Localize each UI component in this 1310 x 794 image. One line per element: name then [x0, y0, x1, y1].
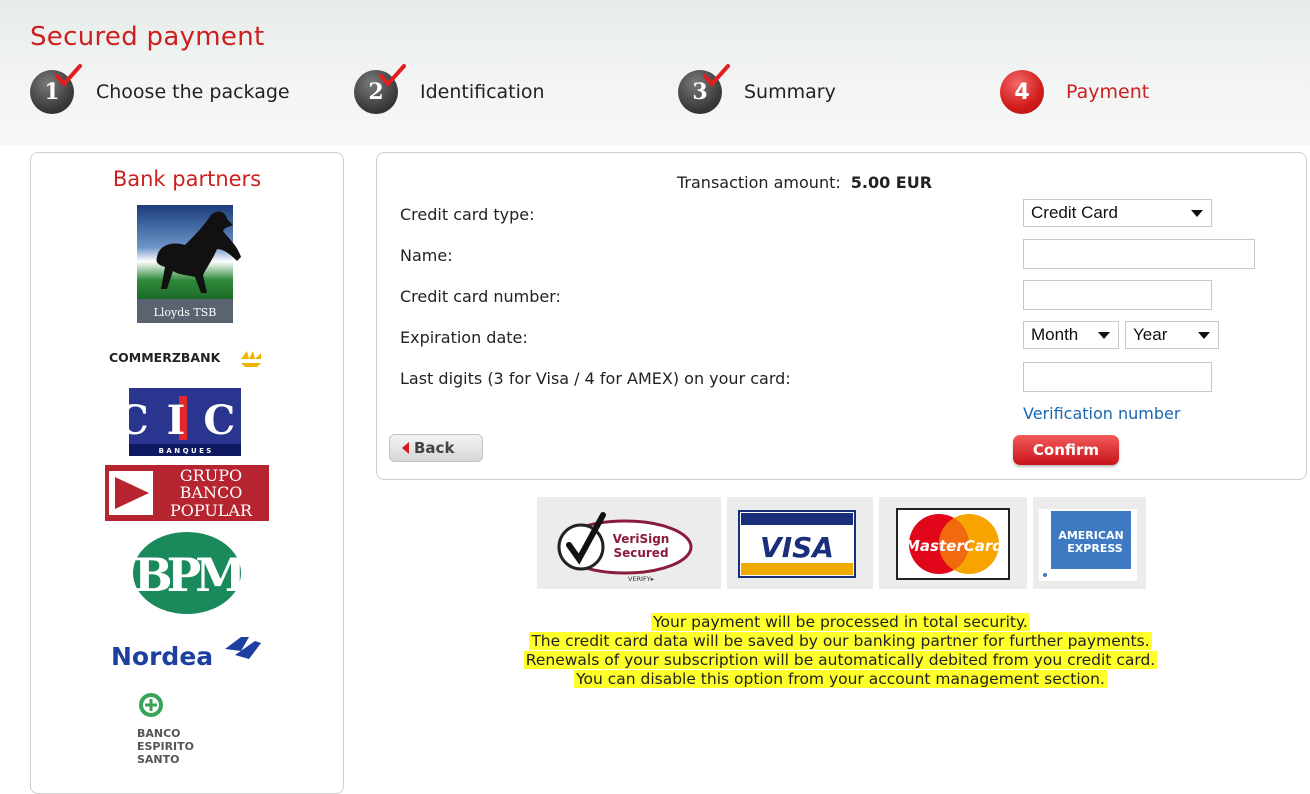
verisign-secured-logo: VeriSign Secured VERIFY▸ — [537, 497, 721, 589]
cvv-input[interactable] — [1023, 362, 1212, 392]
banco-popular-text-2: BANCO — [180, 483, 243, 502]
dropdown-arrow-icon — [1198, 332, 1210, 339]
notice-line: Your payment will be processed in total … — [651, 613, 1030, 631]
nordea-logo-text: Nordea — [111, 642, 213, 671]
transaction-amount: Transaction amount: 5.00 EUR — [677, 173, 932, 192]
lloyds-logo-text: Lloyds TSB — [154, 306, 217, 319]
security-notice: Your payment will be processed in total … — [376, 613, 1305, 689]
expiration-month-select[interactable]: Month — [1023, 321, 1119, 349]
back-arrow-icon — [402, 442, 409, 454]
bes-logo-text-3: SANTO — [137, 753, 180, 766]
step-label: Choose the package — [96, 81, 290, 103]
step-number-badge: 3 — [678, 64, 730, 114]
amex-logo-text-2: EXPRESS — [1067, 542, 1122, 555]
card-number-input[interactable] — [1023, 280, 1212, 310]
step-label: Payment — [1066, 81, 1150, 103]
card-type-value: Credit Card — [1031, 203, 1118, 222]
lloyds-tsb-logo: Lloyds TSB — [137, 205, 257, 323]
verification-number-link[interactable]: Verification number — [1023, 404, 1180, 423]
expiration-month-value: Month — [1031, 325, 1079, 344]
bank-partners-title: Bank partners — [112, 167, 262, 191]
page-title: Secured payment — [30, 22, 265, 52]
bpm-logo: BPM — [131, 531, 250, 615]
notice-line: The credit card data will be saved by ou… — [529, 632, 1152, 650]
payment-form: Transaction amount: 5.00 EUR Credit card … — [376, 152, 1307, 480]
confirm-button-label: Confirm — [1032, 441, 1100, 459]
step-label: Summary — [744, 81, 836, 103]
american-express-logo: AMERICAN EXPRESS — [1033, 497, 1146, 589]
step-choose-package: 1 Choose the package — [30, 64, 290, 114]
cic-logo-text: CIC — [129, 397, 241, 444]
step-label: Identification — [420, 81, 545, 103]
name-label: Name: — [400, 246, 453, 265]
banco-espirito-santo-logo: BANCO ESPIRITO SANTO — [137, 693, 217, 773]
mastercard-logo-text: MasterCard — [905, 537, 1003, 555]
notice-line: Renewals of your subscription will be au… — [523, 651, 1158, 669]
verisign-text-2: Secured — [613, 546, 668, 560]
back-button[interactable]: Back — [389, 434, 483, 462]
step-number: 4 — [1014, 79, 1030, 105]
commerzbank-logo-text: COMMERZBANK — [109, 350, 222, 365]
card-number-label: Credit card number: — [400, 287, 561, 306]
commerzbank-logo: COMMERZBANK — [109, 345, 269, 369]
page-header: Secured payment 1 Choose the package 2 I… — [0, 0, 1310, 145]
step-payment: 4 Payment — [1000, 70, 1149, 114]
bank-partners-panel: Bank partners Lloyds TSB COMMERZBANK CIC… — [30, 152, 344, 794]
expiration-year-value: Year — [1133, 325, 1168, 344]
visa-logo: VISA — [727, 497, 873, 589]
bes-logo-text-1: BANCO — [137, 727, 181, 740]
transaction-amount-label: Transaction amount: — [677, 173, 841, 192]
expiration-label: Expiration date: — [400, 328, 528, 347]
checkmark-icon — [703, 64, 730, 88]
expiration-year-select[interactable]: Year — [1125, 321, 1219, 349]
visa-logo-text: VISA — [760, 531, 834, 564]
cic-logo: CIC B A N Q U E S — [117, 388, 241, 456]
notice-line: You can disable this option from your ac… — [574, 670, 1107, 688]
verisign-text-3: VERIFY▸ — [628, 575, 655, 583]
checkmark-icon — [55, 64, 82, 88]
card-type-label: Credit card type: — [400, 205, 535, 224]
banco-popular-text-3: POPULAR — [170, 501, 253, 520]
bes-logo-text-2: ESPIRITO — [137, 740, 194, 753]
dropdown-arrow-icon — [1098, 332, 1110, 339]
step-number-badge: 2 — [354, 64, 406, 114]
dropdown-arrow-icon — [1191, 210, 1203, 217]
cic-logo-subtext: B A N Q U E S — [159, 447, 212, 455]
transaction-amount-value: 5.00 EUR — [850, 173, 933, 192]
amex-logo-text-1: AMERICAN — [1058, 529, 1123, 542]
step-summary: 3 Summary — [678, 64, 836, 114]
verisign-text-1: VeriSign — [613, 532, 670, 546]
checkmark-icon — [379, 64, 406, 88]
nordea-logo: Nordea — [111, 631, 271, 671]
step-number-badge: 4 — [1000, 70, 1044, 114]
step-number-badge: 1 — [30, 64, 82, 114]
card-type-select[interactable]: Credit Card — [1023, 199, 1212, 227]
cvv-label: Last digits (3 for Visa / 4 for AMEX) on… — [400, 369, 791, 388]
mastercard-logo: MasterCard — [879, 497, 1027, 589]
step-identification: 2 Identification — [354, 64, 545, 114]
bpm-logo-text: BPM — [134, 548, 243, 602]
banco-popular-logo: GRUPO BANCO POPULAR — [105, 465, 269, 521]
name-input[interactable] — [1023, 239, 1255, 269]
confirm-button[interactable]: Confirm — [1013, 435, 1119, 465]
back-button-label: Back — [414, 439, 455, 457]
